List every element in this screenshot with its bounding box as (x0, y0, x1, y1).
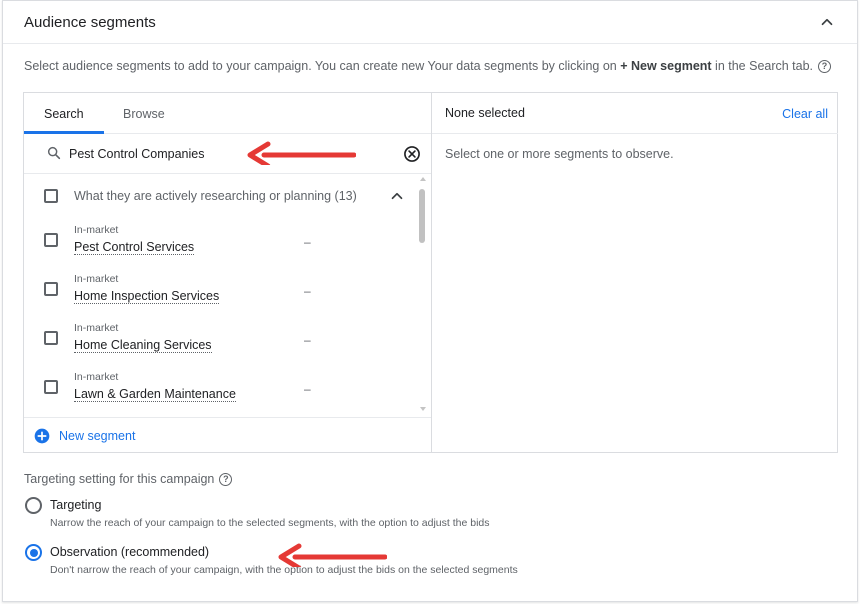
item-category: In-market (74, 224, 119, 236)
item-checkbox[interactable] (44, 282, 58, 296)
item-value: – (304, 235, 311, 249)
tab-bar: Search Browse (24, 93, 431, 134)
empty-state-hint: Select one or more segments to observe. (445, 147, 674, 161)
search-browse-pane: Search Browse What they are active (24, 93, 432, 452)
item-name[interactable]: Lawn & Garden Maintenance (74, 387, 236, 402)
item-name[interactable]: Pest Control Services (74, 240, 195, 255)
scrollbar[interactable] (418, 175, 428, 417)
chevron-up-icon[interactable] (388, 187, 406, 205)
audience-segments-card: Audience segments Select audience segmen… (2, 0, 858, 602)
plus-circle-icon[interactable] (34, 428, 50, 444)
targeting-option-description: Narrow the reach of your campaign to the… (50, 517, 490, 529)
item-category: In-market (74, 322, 119, 334)
item-name[interactable]: Home Inspection Services (74, 289, 220, 304)
list-item[interactable]: In-market Home Inspection Services – (24, 264, 419, 313)
help-icon[interactable]: ? (219, 473, 233, 486)
item-value: – (304, 382, 311, 396)
item-category: In-market (74, 371, 119, 383)
tab-search[interactable]: Search (44, 107, 84, 121)
card-title: Audience segments (24, 14, 156, 31)
description-text: Select audience segments to add to your … (24, 59, 621, 73)
list-item[interactable]: In-market Home Cleaning Services – (24, 313, 419, 362)
list-item[interactable]: In-market Lawn & Garden Maintenance – (24, 362, 419, 411)
segment-group-header[interactable]: What they are actively researching or pl… (24, 175, 431, 215)
clear-all-button[interactable]: Clear all (782, 107, 828, 121)
description: Select audience segments to add to your … (24, 59, 832, 73)
annotation-arrow-icon (278, 543, 387, 567)
annotation-arrow-icon (247, 141, 356, 165)
item-checkbox[interactable] (44, 380, 58, 394)
description-text-end: in the Search tab. (711, 59, 814, 73)
item-value: – (304, 333, 311, 347)
observation-radio[interactable] (25, 544, 42, 561)
targeting-option-label[interactable]: Targeting (50, 498, 101, 512)
observation-option-label[interactable]: Observation (recommended) (50, 545, 209, 559)
targeting-title-text: Targeting setting for this campaign (24, 472, 215, 486)
search-icon (47, 146, 61, 160)
selected-count-label: None selected (445, 106, 525, 120)
new-segment-row[interactable]: New segment (24, 417, 431, 453)
description-bold: + New segment (620, 59, 712, 73)
search-row (24, 134, 431, 174)
new-segment-button[interactable]: New segment (59, 429, 135, 443)
selected-segments-pane: None selected Clear all Select one or mo… (432, 93, 838, 452)
scroll-up-arrow-icon[interactable] (420, 177, 426, 181)
item-checkbox[interactable] (44, 331, 58, 345)
item-value: – (304, 284, 311, 298)
help-icon[interactable]: ? (818, 60, 832, 73)
targeting-setting-title: Targeting setting for this campaign? (24, 472, 233, 486)
item-name[interactable]: Home Cleaning Services (74, 338, 212, 353)
targeting-radio[interactable] (25, 497, 42, 514)
segment-list: What they are actively researching or pl… (24, 175, 431, 417)
scrollbar-thumb[interactable] (419, 189, 425, 243)
segments-panel: Search Browse What they are active (23, 92, 838, 453)
list-item[interactable]: In-market Pest Control Services – (24, 215, 419, 264)
scroll-down-arrow-icon[interactable] (420, 407, 426, 411)
selected-header: None selected Clear all (432, 93, 838, 134)
card-header[interactable]: Audience segments (3, 1, 857, 44)
clear-search-icon[interactable] (402, 144, 422, 164)
group-label: What they are actively researching or pl… (74, 189, 357, 203)
item-checkbox[interactable] (44, 233, 58, 247)
group-checkbox[interactable] (44, 189, 58, 203)
item-category: In-market (74, 273, 119, 285)
tab-browse[interactable]: Browse (123, 107, 165, 121)
chevron-up-icon[interactable] (818, 13, 836, 31)
